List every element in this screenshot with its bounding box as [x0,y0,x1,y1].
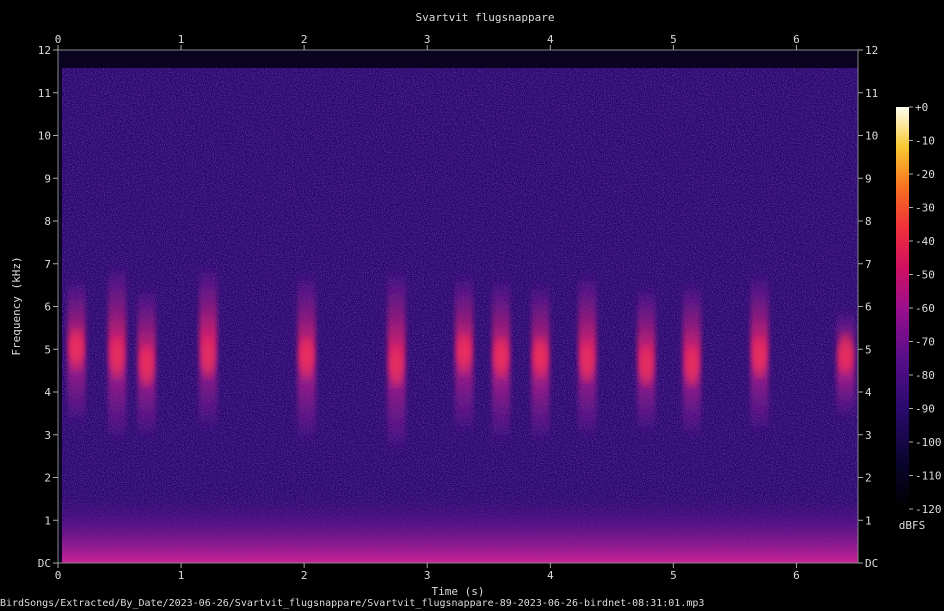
y-tick-label-right: 4 [865,386,872,399]
call-peak [580,344,595,381]
colorbar-tick-label: -20 [915,168,935,181]
colorbar: +0 -10 -20 -30 -40 -50 -60 -70 -80 -90 -100 -110 -12… [896,101,942,532]
y-tick-label-right: 2 [865,472,872,485]
x-tick-label: 1 [178,569,185,582]
call-peak [389,348,404,385]
chart-title: Svartvit flugsnappare [415,11,554,24]
y-tick-label: 3 [44,429,51,442]
y-tick-label: 2 [44,472,51,485]
x-axis-bottom: 0 1 2 3 4 5 6 [55,563,800,582]
x-tick-label-top: 3 [424,33,431,46]
x-tick-label: 2 [301,569,308,582]
spectrogram-chart: Svartvit flugsnappare 0123456 0123456 DC… [10,11,942,598]
x-axis-label: Time (s) [432,585,485,598]
colorbar-tick-label: -80 [915,369,935,382]
call-peak [139,348,154,385]
y-tick-label: 4 [44,386,51,399]
colorbar-ticks: +0 -10 -20 -30 -40 -50 -60 -70 -80 -90 -100 -110 -12… [909,101,942,516]
y-tick-label: 10 [38,130,51,143]
call-peak [299,339,314,376]
x-tick-label-top: 1 [178,33,185,46]
y-tick-label: 6 [44,301,51,314]
call-peak [201,339,216,376]
call-peak [752,339,767,376]
y-tick-label: 5 [44,343,51,356]
x-tick-label-top: 2 [301,33,308,46]
low-frequency-band [62,490,858,563]
y-tick-label: 7 [44,258,51,271]
colorbar-tick-label: +0 [915,101,928,114]
y-tick-label: 12 [38,44,51,57]
y-axis-label: Frequency (kHz) [10,256,23,355]
colorbar-gradient [896,107,909,509]
call-peak [457,335,472,372]
colorbar-tick-label: -70 [915,336,935,349]
colorbar-tick-label: -60 [915,302,935,315]
plot-area [57,49,859,564]
y-tick-label-right: 8 [865,215,872,228]
colorbar-tick-label: -90 [915,403,935,416]
x-tick-label-top: 6 [793,33,800,46]
x-tick-label: 5 [670,569,677,582]
call-peak [69,331,84,368]
y-tick-label-right: 12 [865,44,878,57]
x-tick-label-top: 0 [55,33,62,46]
y-tick-label-right: 6 [865,301,872,314]
source-file-path: BirdSongs/Extracted/By_Date/2023-06-26/S… [0,598,705,609]
y-tick-label-right: 7 [865,258,872,271]
x-tick-label: 6 [793,569,800,582]
call-peak [533,339,548,376]
x-tick-label: 0 [55,569,62,582]
x-tick-label: 4 [547,569,554,582]
colorbar-tick-label: -100 [915,436,942,449]
call-peak [110,339,125,376]
y-tick-label-right: 9 [865,172,872,185]
y-tick-label-right: 5 [865,343,872,356]
y-tick-label: 8 [44,215,51,228]
y-tick-label-right: 10 [865,130,878,143]
y-axis-right: DC123456789101112 [858,44,878,570]
call-peak [494,339,509,376]
y-tick-label: 11 [38,87,51,100]
colorbar-label: dBFS [899,519,926,532]
colorbar-tick-label: -110 [915,470,942,483]
x-tick-label-top: 5 [670,33,677,46]
call-peak [684,348,699,385]
x-tick-label-top: 4 [547,33,554,46]
x-tick-label: 3 [424,569,431,582]
colorbar-tick-label: -40 [915,235,935,248]
call-peak [639,348,654,385]
colorbar-tick-label: -120 [915,503,942,516]
y-axis-left: DC123456789101112 [38,44,58,570]
colorbar-tick-label: -10 [915,135,935,148]
y-tick-label-right: DC [865,557,878,570]
y-tick-label-right: 11 [865,87,878,100]
colorbar-tick-label: -30 [915,202,935,215]
y-tick-label: 1 [44,514,51,527]
call-peak [838,335,853,372]
colorbar-tick-label: -50 [915,269,935,282]
y-tick-label: DC [38,557,51,570]
y-tick-label: 9 [44,172,51,185]
x-axis-top: 0 1 2 3 4 5 6 [55,33,800,50]
y-tick-label-right: 3 [865,429,872,442]
y-tick-label-right: 1 [865,514,872,527]
